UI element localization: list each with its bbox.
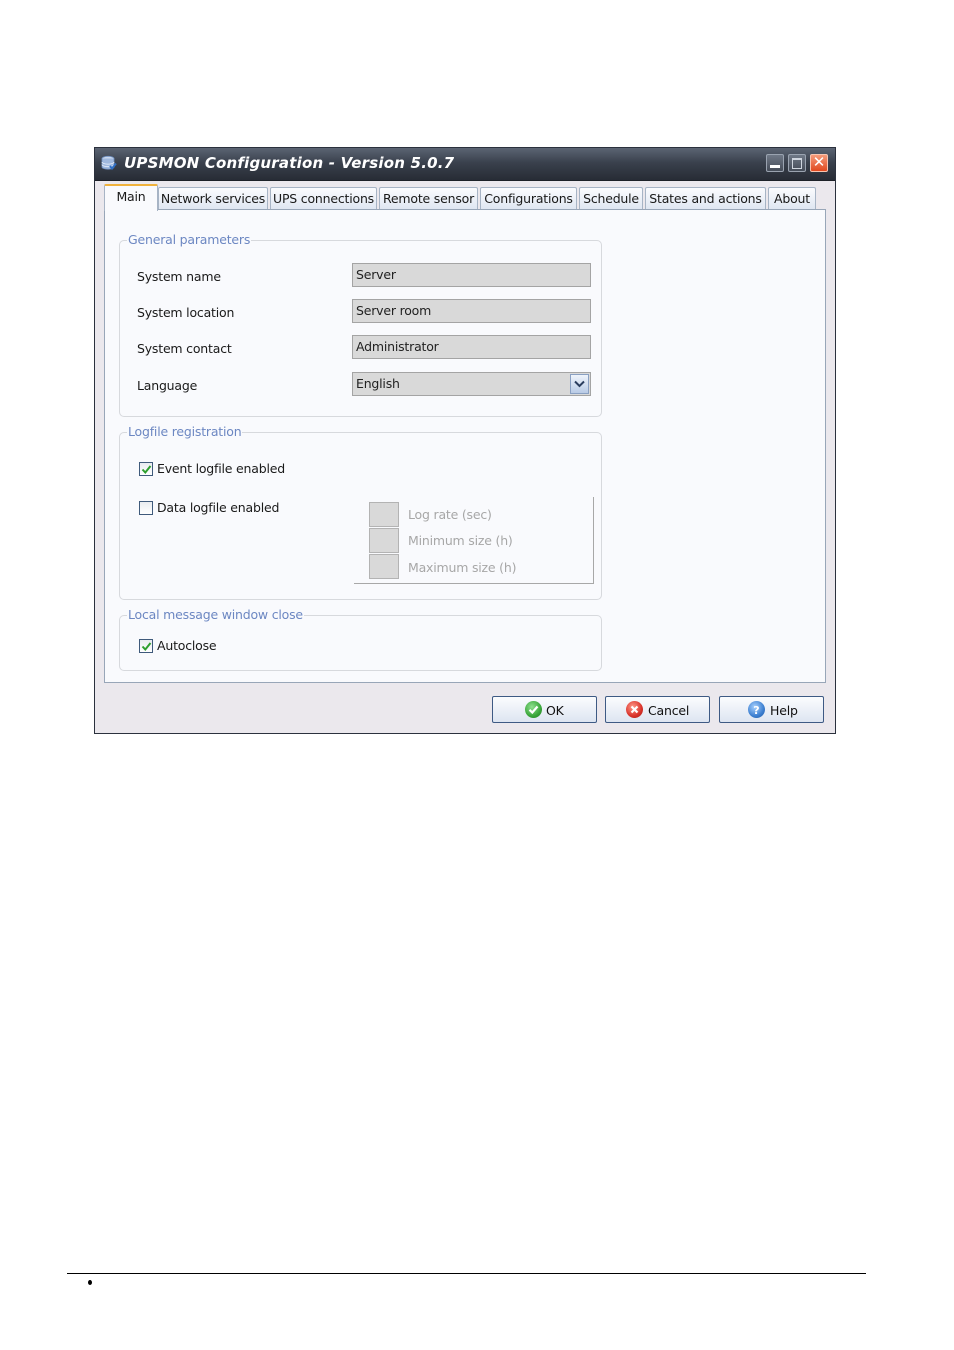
checkmark-icon	[141, 642, 152, 652]
system-name-label: System name	[137, 269, 221, 284]
tab-about[interactable]: About	[768, 187, 816, 209]
language-select[interactable]: English	[352, 372, 591, 396]
tab-states-and-actions[interactable]: States and actions	[645, 187, 766, 209]
tab-remote-sensor[interactable]: Remote sensor	[379, 187, 478, 209]
autoclose-checkbox[interactable]	[139, 639, 153, 653]
local-message-window-close-group: Local message window close Autoclose	[119, 607, 602, 671]
maximum-size-input[interactable]	[369, 554, 399, 579]
log-rate-label: Log rate (sec)	[408, 507, 492, 522]
event-logfile-label[interactable]: Event logfile enabled	[157, 461, 285, 476]
chevron-down-icon	[574, 380, 585, 388]
tab-network-services[interactable]: Network services	[158, 187, 268, 209]
help-label: Help	[770, 703, 798, 718]
main-tab-panel: General parameters System name Server Sy…	[104, 209, 826, 683]
system-location-label: System location	[137, 305, 235, 320]
event-logfile-checkbox[interactable]	[139, 462, 153, 476]
logfile-registration-group: Logfile registration Event logfile enabl…	[119, 424, 602, 600]
maximum-size-label: Maximum size (h)	[408, 560, 517, 575]
cancel-x-icon	[626, 701, 643, 718]
checkmark-icon	[141, 465, 152, 475]
app-database-icon	[101, 155, 117, 171]
help-button[interactable]: ? Help	[719, 696, 824, 723]
upsmon-config-window: UPSMON Configuration - Version 5.0.7 ✕ M…	[94, 147, 836, 734]
minimum-size-label: Minimum size (h)	[408, 533, 513, 548]
cancel-label: Cancel	[648, 703, 690, 718]
ok-label: OK	[546, 703, 564, 718]
system-contact-input[interactable]: Administrator	[352, 335, 591, 359]
general-parameters-group: General parameters System name Server Sy…	[119, 232, 602, 417]
cancel-button[interactable]: Cancel	[605, 696, 710, 723]
maximize-button[interactable]	[788, 154, 806, 172]
system-location-input[interactable]: Server room	[352, 299, 591, 323]
tab-configurations[interactable]: Configurations	[480, 187, 577, 209]
data-logfile-checkbox[interactable]	[139, 501, 153, 515]
language-selected-value: English	[356, 376, 400, 391]
log-rate-input[interactable]	[369, 502, 399, 527]
tab-schedule[interactable]: Schedule	[579, 187, 643, 209]
minimum-size-input[interactable]	[369, 528, 399, 553]
language-dropdown-button[interactable]	[570, 374, 589, 394]
close-button[interactable]: ✕	[810, 153, 828, 172]
language-label: Language	[137, 378, 198, 393]
ok-button[interactable]: OK	[492, 696, 597, 723]
close-icon: ✕	[812, 153, 826, 171]
tab-ups-connections[interactable]: UPS connections	[270, 187, 377, 209]
page-footer-divider	[67, 1273, 866, 1274]
window-title: UPSMON Configuration - Version 5.0.7	[124, 154, 455, 172]
autoclose-label[interactable]: Autoclose	[157, 638, 217, 653]
data-logfile-label[interactable]: Data logfile enabled	[157, 500, 279, 515]
ok-check-icon	[525, 701, 542, 718]
local-message-window-close-title: Local message window close	[127, 607, 304, 622]
help-question-icon: ?	[748, 701, 765, 718]
data-logfile-settings-box: Log rate (sec) Minimum size (h) Maximum …	[354, 497, 594, 584]
system-name-input[interactable]: Server	[352, 263, 591, 287]
general-parameters-title: General parameters	[127, 232, 252, 247]
svg-text:?: ?	[753, 704, 759, 717]
tab-main[interactable]: Main	[104, 184, 158, 211]
title-bar[interactable]: UPSMON Configuration - Version 5.0.7 ✕	[95, 148, 835, 181]
minimize-button[interactable]	[766, 154, 784, 172]
logfile-registration-title: Logfile registration	[127, 424, 243, 439]
footer-bullet	[88, 1280, 92, 1285]
system-contact-label: System contact	[137, 341, 232, 356]
